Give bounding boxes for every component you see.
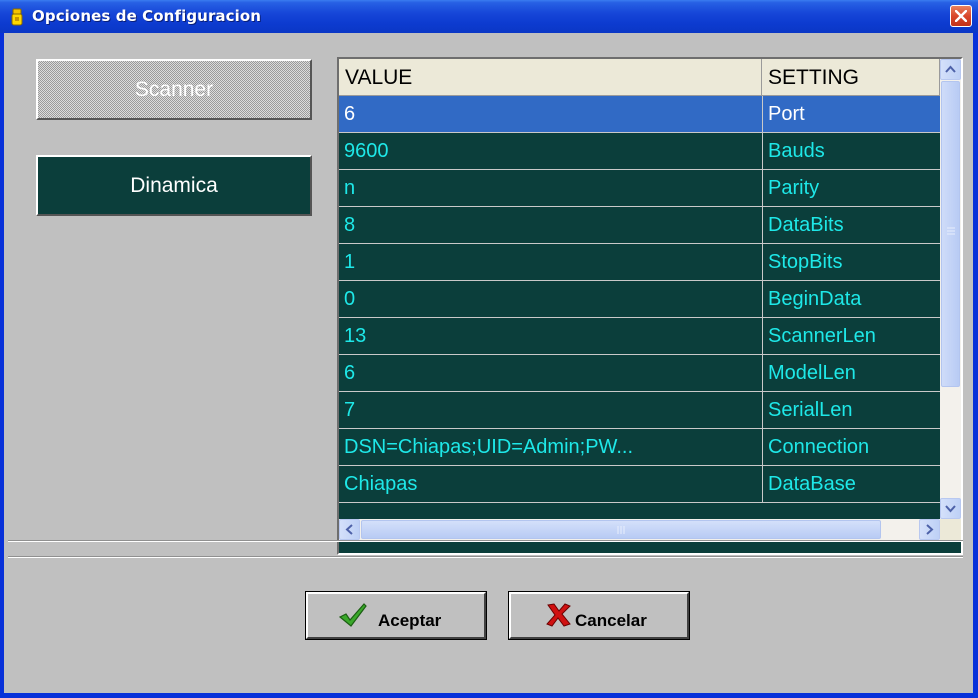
setting-cell[interactable]: StopBits bbox=[762, 244, 940, 280]
setting-cell[interactable]: Port bbox=[762, 96, 940, 132]
horizontal-scroll-thumb[interactable] bbox=[361, 520, 881, 539]
scroll-down-button[interactable] bbox=[940, 498, 961, 519]
vertical-scrollbar[interactable] bbox=[940, 59, 961, 519]
value-cell[interactable]: 6 bbox=[339, 96, 762, 132]
scroll-up-button[interactable] bbox=[940, 59, 961, 80]
value-cell[interactable]: 1 bbox=[339, 244, 762, 280]
value-cell[interactable]: DSN=Chiapas;UID=Admin;PW... bbox=[339, 429, 762, 465]
setting-cell[interactable]: BeginData bbox=[762, 281, 940, 317]
separator bbox=[8, 556, 963, 558]
value-cell[interactable]: 9600 bbox=[339, 133, 762, 169]
window-title: Opciones de Configuracion bbox=[32, 7, 262, 25]
table-row[interactable]: 8 DataBits bbox=[339, 207, 940, 244]
table-row[interactable]: Chiapas DataBase bbox=[339, 466, 940, 503]
table-row[interactable]: DSN=Chiapas;UID=Admin;PW... Connection bbox=[339, 429, 940, 466]
title-bar[interactable]: Opciones de Configuracion bbox=[0, 0, 978, 33]
green-checkmark-icon bbox=[338, 603, 367, 627]
setting-cell[interactable]: SerialLen bbox=[762, 392, 940, 428]
close-icon bbox=[955, 10, 967, 22]
dinamica-tab-label: Dinamica bbox=[130, 174, 218, 197]
table-row[interactable]: n Parity bbox=[339, 170, 940, 207]
table-row[interactable]: 7 SerialLen bbox=[339, 392, 940, 429]
table-row[interactable]: 6 Port bbox=[339, 96, 940, 133]
table-row[interactable]: 13 ScannerLen bbox=[339, 318, 940, 355]
table-row[interactable]: 9600 Bauds bbox=[339, 133, 940, 170]
settings-grid[interactable]: VALUE SETTING 6 Port 9600 Bauds n Parity 8 Data… bbox=[337, 57, 963, 555]
chevron-down-icon bbox=[945, 505, 956, 513]
setting-cell[interactable]: DataBits bbox=[762, 207, 940, 243]
config-window: Opciones de Configuracion Scanner Dinami… bbox=[0, 0, 978, 698]
accept-label: Aceptar bbox=[378, 611, 442, 630]
setting-cell[interactable]: Parity bbox=[762, 170, 940, 206]
column-header-value[interactable]: VALUE bbox=[339, 59, 762, 96]
scroll-right-button[interactable] bbox=[919, 519, 940, 540]
dinamica-tab-button[interactable]: Dinamica bbox=[36, 155, 312, 216]
app-icon bbox=[10, 8, 24, 26]
chevron-up-icon bbox=[945, 65, 956, 73]
accept-button[interactable]: Aceptar bbox=[305, 591, 487, 640]
grip-icon bbox=[617, 526, 625, 534]
table-row[interactable]: 0 BeginData bbox=[339, 281, 940, 318]
value-cell[interactable]: 0 bbox=[339, 281, 762, 317]
setting-cell[interactable]: DataBase bbox=[762, 466, 940, 502]
red-x-icon bbox=[546, 603, 571, 627]
setting-cell[interactable]: ModelLen bbox=[762, 355, 940, 391]
value-cell[interactable]: 6 bbox=[339, 355, 762, 391]
value-cell[interactable]: 8 bbox=[339, 207, 762, 243]
table-row[interactable]: 1 StopBits bbox=[339, 244, 940, 281]
setting-cell[interactable]: Bauds bbox=[762, 133, 940, 169]
value-cell[interactable]: n bbox=[339, 170, 762, 206]
scanner-tab-label: Scanner bbox=[134, 78, 214, 101]
separator bbox=[8, 540, 963, 542]
value-cell[interactable]: 7 bbox=[339, 392, 762, 428]
scroll-left-button[interactable] bbox=[339, 519, 360, 540]
grid-rows: 6 Port 9600 Bauds n Parity 8 DataBits 1 StopBits 0… bbox=[339, 96, 940, 503]
chevron-left-icon bbox=[345, 524, 353, 535]
vertical-scroll-thumb[interactable] bbox=[941, 81, 960, 387]
table-row[interactable]: 6 ModelLen bbox=[339, 355, 940, 392]
close-button[interactable] bbox=[950, 5, 972, 27]
horizontal-scrollbar[interactable] bbox=[339, 519, 940, 540]
column-header-setting[interactable]: SETTING bbox=[762, 59, 940, 96]
scrollbar-corner bbox=[940, 519, 961, 540]
value-cell[interactable]: 13 bbox=[339, 318, 762, 354]
setting-cell[interactable]: ScannerLen bbox=[762, 318, 940, 354]
grip-icon bbox=[947, 227, 955, 235]
scanner-tab-button[interactable]: Scanner bbox=[36, 59, 312, 120]
chevron-right-icon bbox=[926, 524, 934, 535]
cancel-button[interactable]: Cancelar bbox=[508, 591, 690, 640]
setting-cell[interactable]: Connection bbox=[762, 429, 940, 465]
cancel-label: Cancelar bbox=[575, 611, 647, 630]
value-cell[interactable]: Chiapas bbox=[339, 466, 762, 502]
